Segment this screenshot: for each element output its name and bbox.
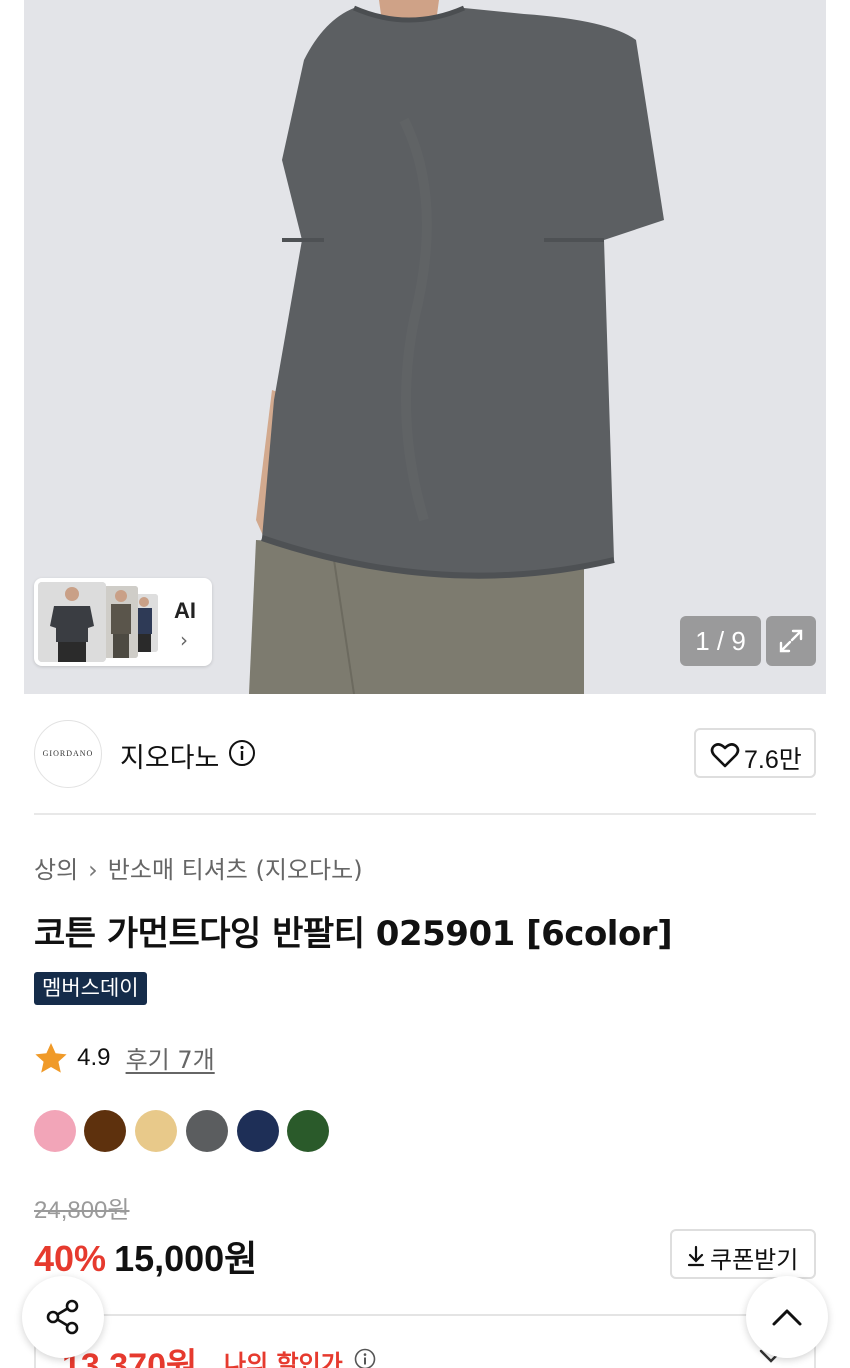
scroll-top-button[interactable]	[746, 1276, 828, 1358]
color-swatch[interactable]	[287, 1110, 329, 1152]
member-price-box[interactable]: 13,370원 나의 할인가	[34, 1314, 816, 1368]
star-icon	[35, 1042, 67, 1073]
chevron-right-icon: ›	[88, 856, 98, 884]
divider	[34, 813, 816, 815]
member-price-label: 나의 할인가	[224, 1350, 343, 1368]
product-title: 코튼 가먼트다잉 반팔티 025901 [6color]	[34, 914, 673, 954]
info-icon[interactable]	[354, 1348, 376, 1368]
ai-thumbnail	[104, 586, 138, 658]
chevron-right-icon: ›	[180, 628, 188, 652]
sale-price-amount: 15,000	[114, 1238, 225, 1279]
expand-button[interactable]	[766, 616, 816, 666]
color-swatch[interactable]	[237, 1110, 279, 1152]
color-swatch[interactable]	[186, 1110, 228, 1152]
ai-label: AI	[174, 598, 196, 623]
ai-thumbnail	[38, 582, 106, 662]
coupon-label: 쿠폰받기	[710, 1246, 799, 1274]
share-icon	[46, 1299, 79, 1335]
info-icon[interactable]	[228, 739, 256, 771]
share-button[interactable]	[22, 1276, 104, 1358]
color-swatch[interactable]	[34, 1110, 76, 1152]
chevron-up-icon	[772, 1309, 802, 1326]
breadcrumb-category[interactable]: 상의	[34, 856, 78, 884]
original-price: 24,800원	[34, 1197, 130, 1224]
download-icon	[687, 1245, 705, 1267]
price-row: 40% 15,000원	[34, 1230, 257, 1282]
breadcrumb-subcategory[interactable]: 반소매 티셔츠 (지오다노)	[108, 856, 363, 884]
brand-name[interactable]: 지오다노	[120, 736, 219, 775]
expand-icon	[779, 629, 803, 653]
ai-styling-card[interactable]: AI ›	[34, 578, 212, 666]
image-counter: 1 / 9	[680, 616, 761, 666]
heart-icon	[710, 743, 740, 768]
color-swatch[interactable]	[135, 1110, 177, 1152]
sale-price: 15,000원	[114, 1238, 258, 1280]
discount-rate: 40%	[34, 1238, 107, 1279]
reviews-link[interactable]: 후기 7개	[126, 1040, 215, 1075]
sale-price-unit: 원	[224, 1239, 258, 1280]
coupon-button[interactable]: 쿠폰받기	[670, 1229, 816, 1279]
breadcrumb: 상의 › 반소매 티셔츠 (지오다노)	[34, 850, 363, 885]
like-button[interactable]: 7.6만	[694, 728, 816, 778]
product-gallery[interactable]: AI › 1 / 9	[0, 0, 850, 694]
like-count: 7.6만	[744, 746, 802, 774]
event-badge: 멤버스데이	[34, 972, 147, 1005]
color-swatch[interactable]	[84, 1110, 126, 1152]
rating-score: 4.9	[77, 1043, 111, 1071]
brand-logo[interactable]: GIORDANO	[34, 720, 102, 788]
rating-row: 4.9 후기 7개	[34, 1040, 215, 1074]
